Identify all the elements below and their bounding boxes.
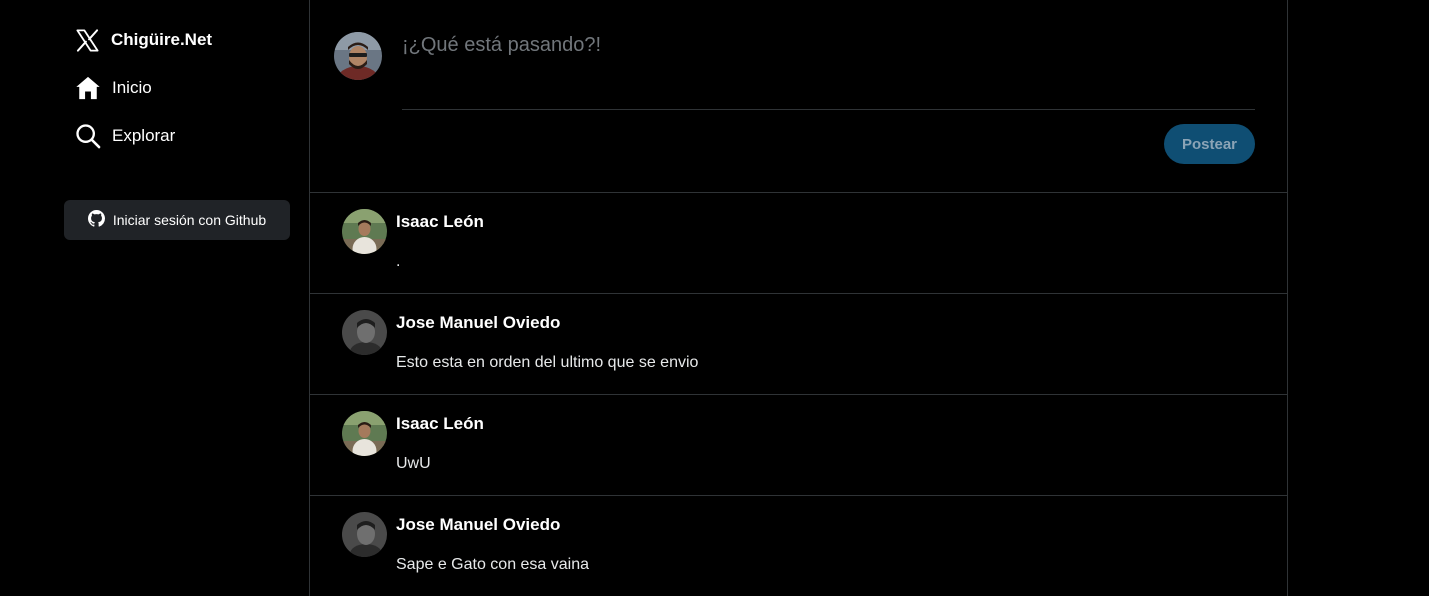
post-composer: ¡¿Qué está pasando?! Postear xyxy=(310,0,1287,193)
post-author[interactable]: Isaac León xyxy=(396,414,484,434)
list-item[interactable]: Jose Manuel Oviedo Sape e Gato con esa v… xyxy=(310,496,1287,596)
list-item[interactable]: Jose Manuel Oviedo Esto esta en orden de… xyxy=(310,294,1287,395)
list-item[interactable]: Isaac León . xyxy=(310,193,1287,294)
post-input[interactable]: ¡¿Qué está pasando?! xyxy=(402,30,1255,110)
main-timeline: ¡¿Qué está pasando?! Postear Isaac León … xyxy=(309,0,1288,596)
post-text: UwU xyxy=(396,455,431,472)
post-text: Esto esta en orden del ultimo que se env… xyxy=(396,354,699,371)
app-root: Chigüire.Net Inicio Explorar Iniciar ses… xyxy=(0,0,1429,596)
avatar xyxy=(342,310,387,355)
post-text: . xyxy=(396,253,401,270)
brand-label: Chigüire.Net xyxy=(111,30,213,49)
search-icon xyxy=(74,122,102,150)
list-item[interactable]: Isaac León UwU xyxy=(310,395,1287,496)
sidebar-item-label: Explorar xyxy=(112,126,176,145)
sidebar: Chigüire.Net Inicio Explorar Iniciar ses… xyxy=(0,0,309,596)
sidebar-item-explorar[interactable]: Explorar xyxy=(74,122,175,150)
home-icon xyxy=(74,74,102,102)
avatar xyxy=(334,32,382,80)
post-button[interactable]: Postear xyxy=(1164,124,1255,164)
sidebar-item-inicio[interactable]: Inicio xyxy=(74,74,152,102)
x-logo-icon xyxy=(74,27,101,54)
post-text: Sape e Gato con esa vaina xyxy=(396,556,590,573)
post-author[interactable]: Jose Manuel Oviedo xyxy=(396,313,560,333)
github-icon xyxy=(87,210,105,230)
post-author[interactable]: Isaac León xyxy=(396,212,484,232)
sidebar-item-label: Inicio xyxy=(112,78,152,97)
post-author[interactable]: Jose Manuel Oviedo xyxy=(396,515,560,535)
feed: Isaac León . Jose Manuel Oviedo Esto est… xyxy=(310,193,1287,596)
avatar xyxy=(342,512,387,557)
brand-link[interactable]: Chigüire.Net xyxy=(74,26,212,54)
github-login-button[interactable]: Iniciar sesión con Github xyxy=(64,200,290,240)
avatar xyxy=(342,209,387,254)
github-login-label: Iniciar sesión con Github xyxy=(112,212,267,228)
avatar xyxy=(342,411,387,456)
